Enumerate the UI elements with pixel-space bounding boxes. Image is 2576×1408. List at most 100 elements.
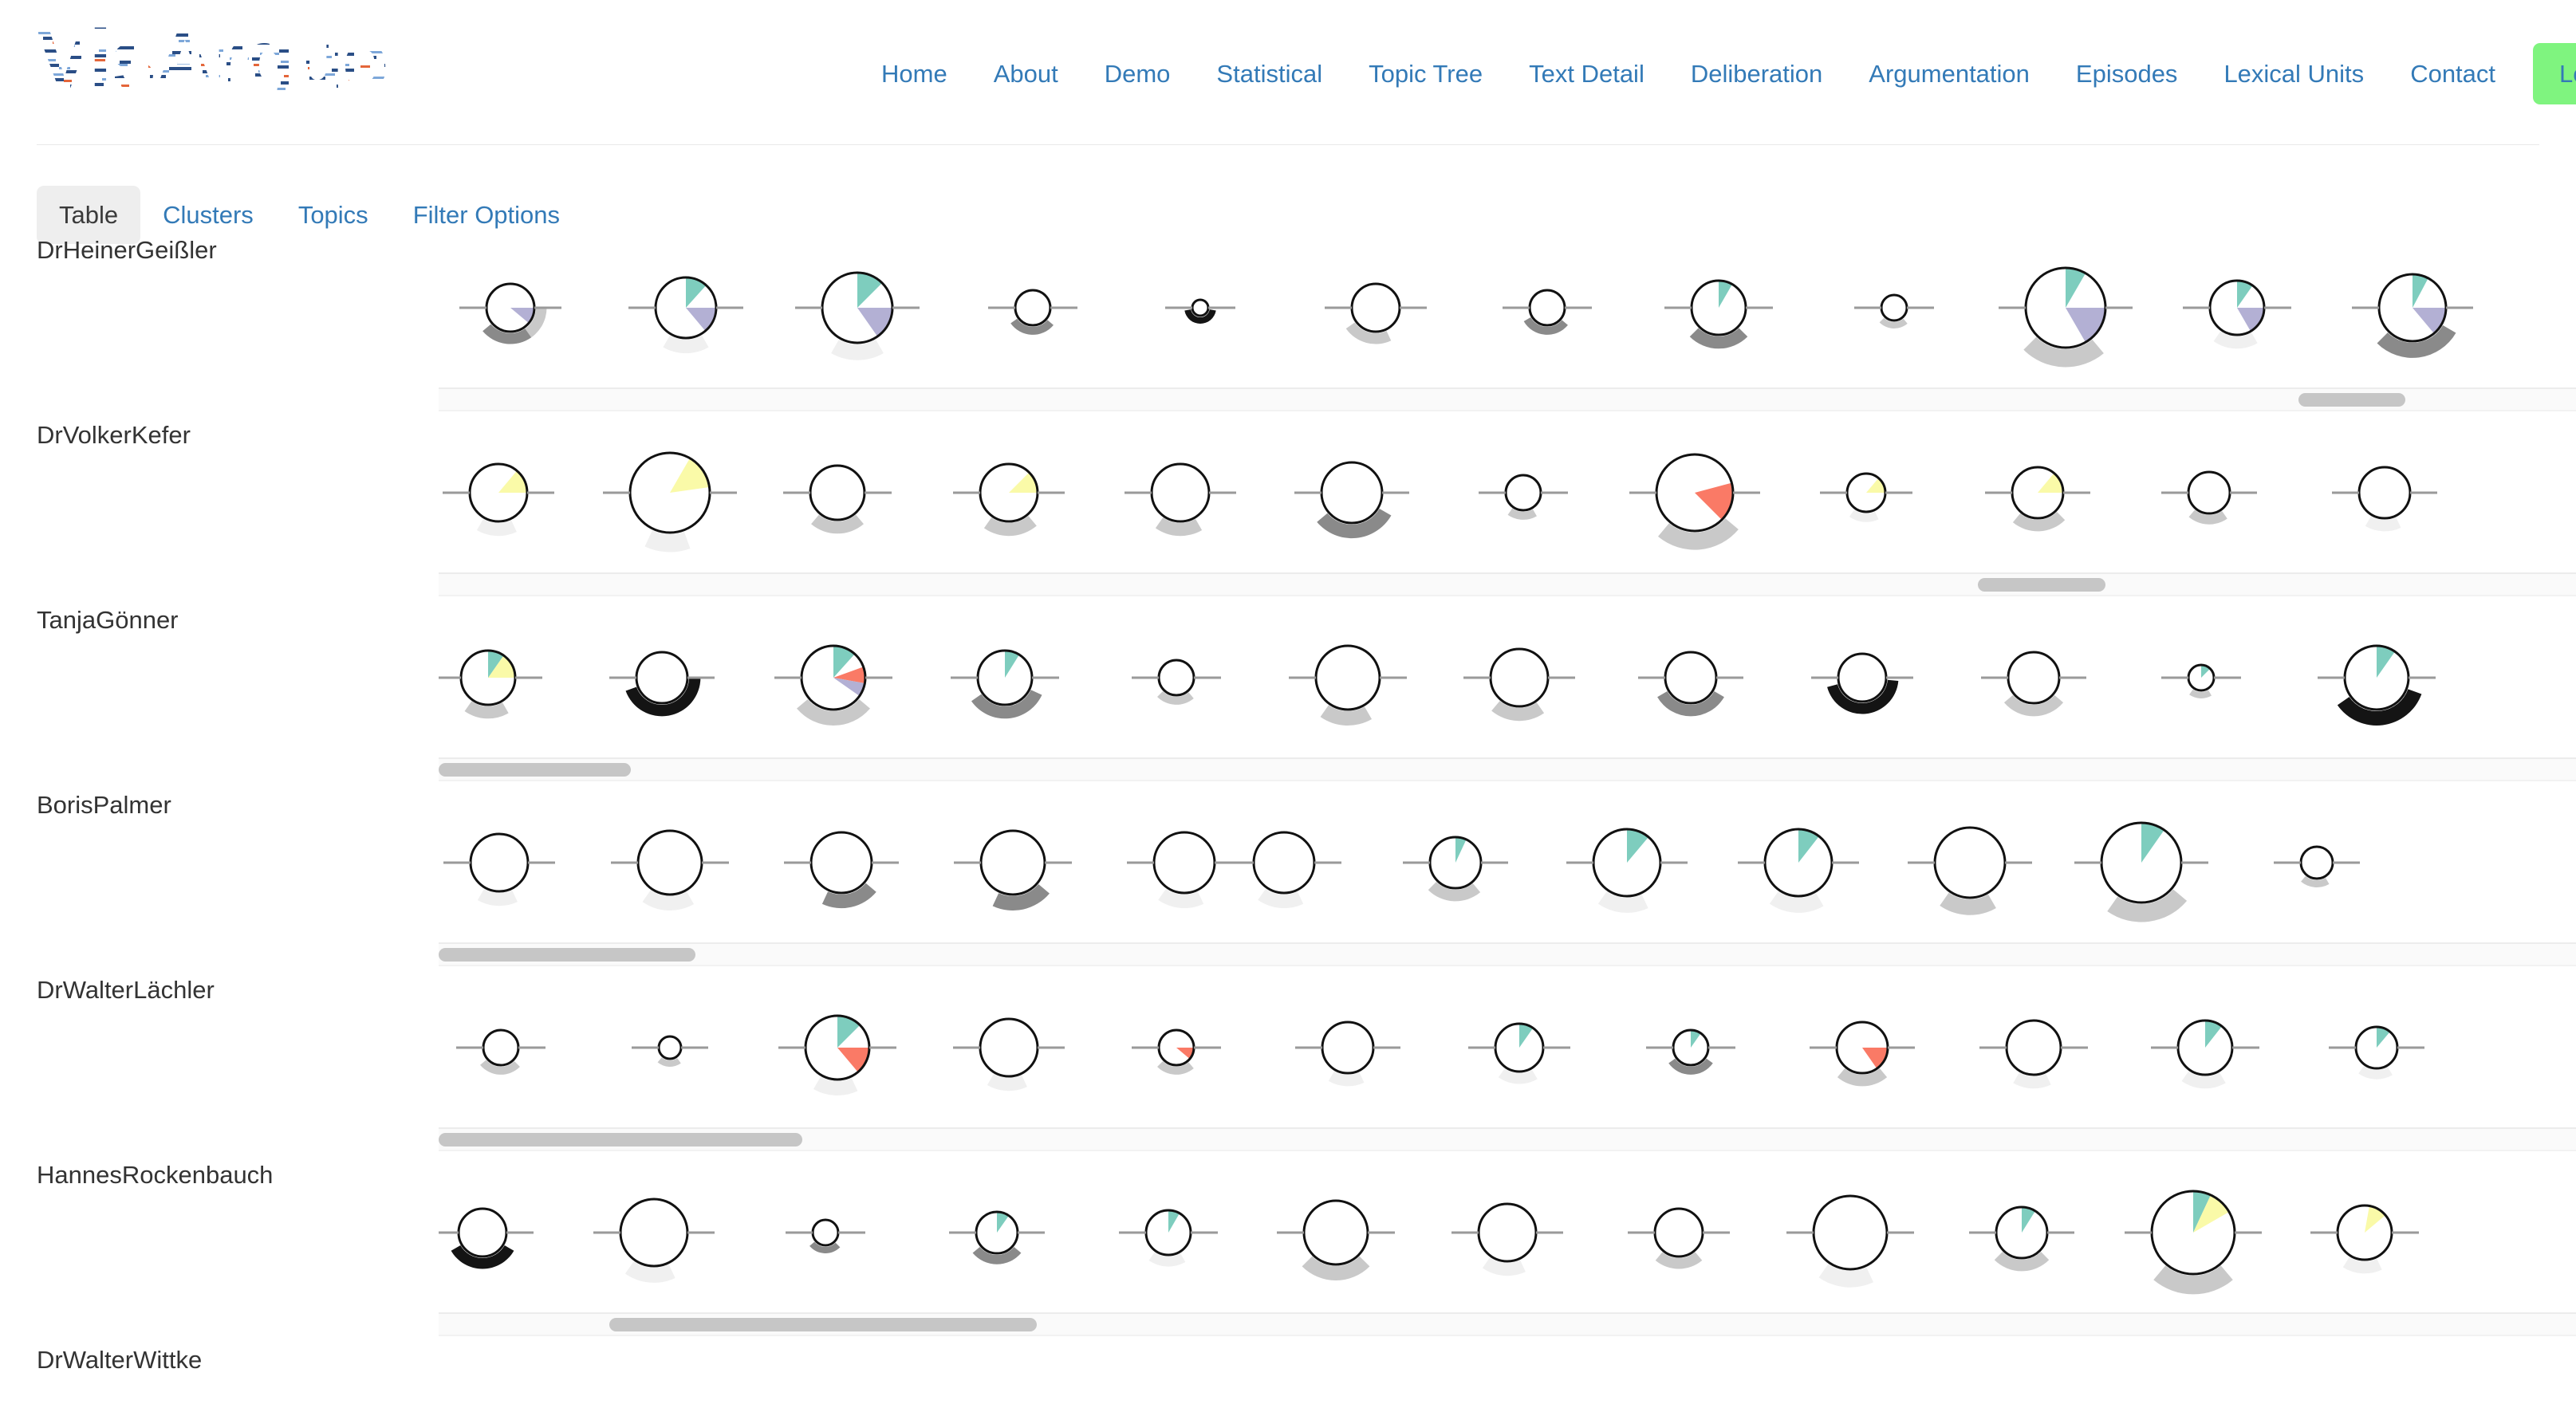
- speaker-glyph[interactable]: [1646, 1028, 1735, 1075]
- speaker-name[interactable]: DrHeinerGeißler: [37, 238, 217, 262]
- nav-item-lexical-units[interactable]: Lexical Units: [2200, 44, 2387, 104]
- glyph-strip[interactable]: [439, 228, 2576, 387]
- row-scrollbar-thumb[interactable]: [609, 1318, 1038, 1331]
- speaker-glyph[interactable]: [2074, 821, 2208, 922]
- speaker-glyph[interactable]: [1908, 826, 2032, 915]
- speaker-glyph[interactable]: [1638, 651, 1743, 717]
- speaker-glyph[interactable]: [953, 1017, 1065, 1091]
- speaker-glyph[interactable]: [2161, 663, 2241, 698]
- speaker-glyph[interactable]: [1451, 1202, 1563, 1276]
- speaker-glyph[interactable]: [611, 829, 729, 910]
- speaker-glyph[interactable]: [434, 649, 542, 719]
- speaker-glyph[interactable]: [2332, 466, 2437, 532]
- speaker-glyph[interactable]: [1969, 1205, 2074, 1272]
- speaker-glyph[interactable]: [1566, 828, 1688, 913]
- nav-item-deliberation[interactable]: Deliberation: [1668, 44, 1845, 104]
- speaker-glyph[interactable]: [783, 464, 892, 534]
- speaker-glyph[interactable]: [951, 649, 1059, 719]
- speaker-glyph[interactable]: [1294, 461, 1409, 539]
- nav-item-text-detail[interactable]: Text Detail: [1506, 44, 1668, 104]
- speaker-glyph[interactable]: [784, 831, 899, 909]
- row-scrollbar-thumb[interactable]: [2298, 393, 2405, 407]
- speaker-glyph[interactable]: [2310, 1204, 2419, 1274]
- speaker-glyph[interactable]: [1132, 1028, 1221, 1075]
- speaker-glyph[interactable]: [609, 651, 715, 717]
- row-scrollbar-track[interactable]: [439, 1312, 2576, 1336]
- speaker-glyph[interactable]: [443, 462, 554, 537]
- speaker-glyph[interactable]: [1786, 1194, 1914, 1288]
- row-scrollbar-track[interactable]: [439, 942, 2576, 966]
- nav-item-statistical[interactable]: Statistical: [1193, 44, 1345, 104]
- speaker-glyph[interactable]: [1503, 289, 1592, 335]
- speaker-glyph[interactable]: [778, 1014, 896, 1095]
- speaker-glyph[interactable]: [1227, 831, 1341, 909]
- speaker-glyph[interactable]: [1325, 282, 1427, 344]
- login-button[interactable]: Login: [2533, 42, 2576, 104]
- speaker-glyph[interactable]: [774, 644, 892, 726]
- speaker-glyph[interactable]: [1463, 647, 1575, 722]
- nav-item-episodes[interactable]: Episodes: [2053, 44, 2201, 104]
- speaker-glyph[interactable]: [2274, 845, 2360, 887]
- speaker-glyph[interactable]: [459, 282, 561, 344]
- row-scrollbar-thumb[interactable]: [1977, 578, 2106, 592]
- speaker-glyph[interactable]: [1811, 652, 1913, 714]
- speaker-glyph[interactable]: [1119, 1209, 1218, 1267]
- speaker-glyph[interactable]: [431, 1207, 534, 1269]
- speaker-glyph[interactable]: [443, 832, 555, 907]
- glyph-strip[interactable]: [434, 598, 2576, 757]
- speaker-glyph[interactable]: [1165, 298, 1235, 324]
- row-scrollbar-thumb[interactable]: [439, 763, 632, 777]
- speaker-glyph[interactable]: [1132, 659, 1221, 705]
- speaker-glyph[interactable]: [988, 289, 1077, 335]
- speaker-glyph[interactable]: [632, 1035, 708, 1067]
- row-scrollbar-track[interactable]: [439, 757, 2576, 781]
- row-scrollbar-track[interactable]: [439, 387, 2576, 411]
- speaker-glyph[interactable]: [2352, 273, 2473, 358]
- speaker-name[interactable]: DrWalterWittke: [37, 1347, 202, 1372]
- nav-item-topic-tree[interactable]: Topic Tree: [1345, 44, 1506, 104]
- speaker-glyph[interactable]: [953, 462, 1065, 537]
- nav-item-about[interactable]: About: [971, 44, 1081, 104]
- row-scrollbar-thumb[interactable]: [439, 1133, 802, 1146]
- speaker-glyph[interactable]: [1125, 462, 1236, 537]
- speaker-glyph[interactable]: [1810, 1021, 1915, 1087]
- speaker-glyph[interactable]: [1985, 466, 2090, 532]
- nav-item-demo[interactable]: Demo: [1081, 44, 1194, 104]
- visargue-logo[interactable]: VisArgue: [37, 18, 491, 105]
- speaker-glyph[interactable]: [1479, 474, 1568, 520]
- speaker-glyph[interactable]: [1289, 644, 1407, 726]
- speaker-glyph[interactable]: [1628, 1207, 1730, 1269]
- speaker-glyph[interactable]: [795, 271, 920, 360]
- row-scrollbar-track[interactable]: [439, 572, 2576, 596]
- speaker-glyph[interactable]: [949, 1210, 1045, 1264]
- speaker-glyph[interactable]: [1629, 453, 1760, 550]
- speaker-glyph[interactable]: [1277, 1199, 1395, 1280]
- speaker-glyph[interactable]: [1468, 1022, 1570, 1084]
- row-scrollbar-thumb[interactable]: [439, 948, 695, 962]
- speaker-glyph[interactable]: [1820, 472, 1912, 522]
- glyph-strip[interactable]: [439, 968, 2576, 1127]
- glyph-strip[interactable]: [439, 783, 2576, 942]
- row-scrollbar-track[interactable]: [439, 1127, 2576, 1151]
- speaker-glyph[interactable]: [593, 1198, 715, 1283]
- speaker-glyph[interactable]: [1854, 293, 1934, 328]
- speaker-glyph[interactable]: [2329, 1025, 2424, 1080]
- glyph-strip[interactable]: [439, 413, 2576, 572]
- nav-item-contact[interactable]: Contact: [2387, 44, 2519, 104]
- speaker-name[interactable]: DrVolkerKefer: [37, 423, 191, 447]
- speaker-glyph[interactable]: [786, 1218, 865, 1253]
- speaker-glyph[interactable]: [1738, 828, 1859, 913]
- speaker-glyph[interactable]: [456, 1028, 546, 1075]
- speaker-glyph[interactable]: [1979, 1019, 2088, 1089]
- speaker-name[interactable]: TanjaGönner: [37, 608, 179, 632]
- speaker-glyph[interactable]: [954, 829, 1072, 910]
- speaker-name[interactable]: HannesRockenbauch: [37, 1162, 273, 1187]
- speaker-glyph[interactable]: [1664, 279, 1773, 349]
- glyph-strip[interactable]: [431, 1153, 2576, 1312]
- speaker-glyph[interactable]: [1127, 831, 1242, 909]
- speaker-glyph[interactable]: [2125, 1190, 2262, 1295]
- speaker-name[interactable]: BorisPalmer: [37, 792, 171, 817]
- speaker-glyph[interactable]: [2151, 1019, 2259, 1089]
- nav-item-home[interactable]: Home: [858, 44, 971, 104]
- speaker-name[interactable]: DrWalterLächler: [37, 977, 215, 1002]
